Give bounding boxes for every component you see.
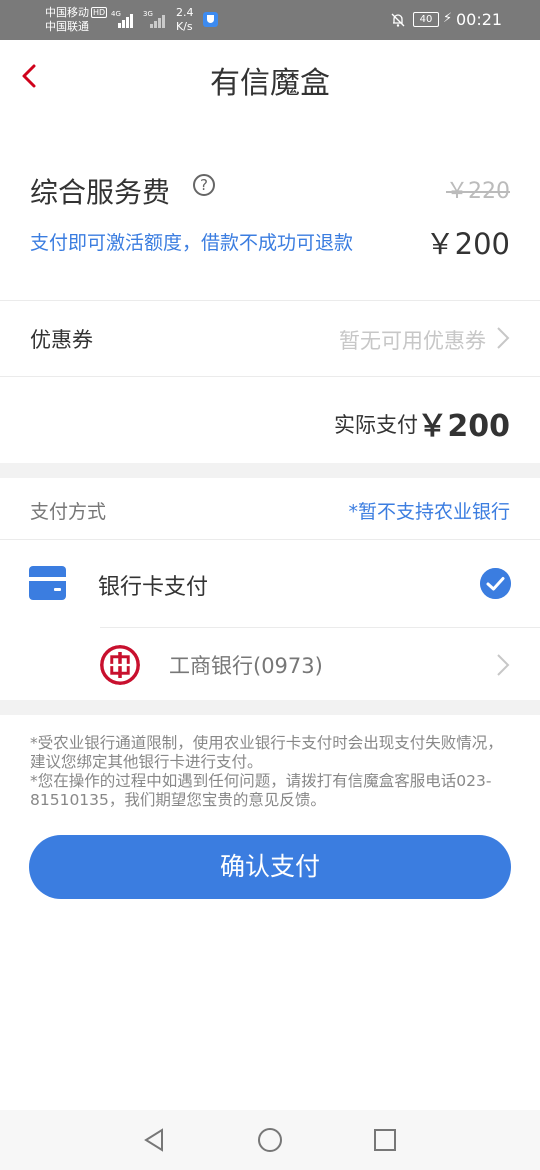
- confirm-pay-button[interactable]: 确认支付: [29, 835, 511, 899]
- payment-method-note: *暂不支持农业银行: [348, 501, 510, 523]
- shield-icon: [203, 12, 218, 27]
- payment-notice: *受农业银行通道限制，使用农业银行卡支付时会出现支付失败情况，建议您绑定其他银行…: [30, 734, 514, 810]
- bell-off-icon: [391, 13, 405, 27]
- clock: 00:21: [456, 10, 503, 29]
- bank-select-row[interactable]: 工商银行(0973): [0, 628, 540, 700]
- bankcard-label: 银行卡支付: [98, 575, 209, 600]
- triangle-back-icon[interactable]: [142, 1127, 168, 1153]
- hd-badge: HD: [91, 7, 108, 18]
- speed-value: 2.4: [176, 6, 194, 19]
- battery-level: 40: [419, 14, 433, 25]
- coupon-label: 优惠券: [30, 328, 93, 352]
- system-nav-bar: [0, 1110, 540, 1170]
- header: 有信魔盒: [0, 40, 540, 116]
- section-gap: [0, 463, 540, 478]
- actual-pay-row: 实际支付 ￥200: [0, 377, 540, 463]
- fee-section: 综合服务费 ? ￥220 支付即可激活额度，借款不成功可退款 ￥200: [0, 116, 540, 300]
- payment-method-label: 支付方式: [30, 501, 107, 523]
- fee-original-price: ￥220: [446, 179, 510, 204]
- actual-pay-amount: ￥200: [417, 409, 510, 444]
- checkmark-icon[interactable]: [480, 568, 511, 599]
- signal-icon-1: [110, 10, 136, 28]
- page-title: 有信魔盒: [210, 66, 330, 101]
- chevron-right-icon: [497, 654, 510, 676]
- bank-name: 工商银行(0973): [169, 654, 323, 678]
- help-icon[interactable]: ?: [193, 174, 215, 196]
- signal-icon-2: [142, 10, 168, 28]
- chevron-right-icon: [497, 327, 510, 349]
- bankcard-option[interactable]: 银行卡支付: [0, 540, 540, 626]
- battery-icon: 40: [413, 12, 439, 27]
- payment-page: 中国移动 中国联通 HD 4G 3G 2.4 K/s 40 ⚡ 00:21 有信…: [0, 0, 540, 1170]
- section-gap: [0, 700, 540, 715]
- circle-home-icon[interactable]: [257, 1127, 283, 1153]
- payment-method-header: 支付方式 *暂不支持农业银行: [0, 478, 540, 539]
- charging-icon: ⚡: [443, 11, 453, 26]
- credit-card-icon: [29, 566, 66, 600]
- carrier-2: 中国联通: [45, 20, 89, 33]
- network-speed: 2.4 K/s: [176, 6, 194, 34]
- actual-pay-label: 实际支付: [334, 413, 418, 437]
- fee-price: ￥200: [425, 227, 510, 261]
- fee-title: 综合服务费: [30, 176, 171, 209]
- notice-line-2: *您在操作的过程中如遇到任何问题，请拨打有信魔盒客服电话023-81510135…: [30, 772, 492, 809]
- coupon-row[interactable]: 优惠券 暂无可用优惠券: [0, 301, 540, 376]
- coupon-value: 暂无可用优惠券: [339, 329, 486, 353]
- carrier-info: 中国移动 中国联通: [45, 6, 89, 34]
- carrier-1: 中国移动: [45, 6, 89, 19]
- status-bar: 中国移动 中国联通 HD 4G 3G 2.4 K/s 40 ⚡ 00:21: [0, 0, 540, 40]
- speed-unit: K/s: [176, 20, 193, 33]
- square-recent-icon[interactable]: [372, 1127, 398, 1153]
- icbc-logo-icon: [100, 645, 140, 685]
- notice-line-1: *受农业银行通道限制，使用农业银行卡支付时会出现支付失败情况，建议您绑定其他银行…: [30, 734, 503, 771]
- fee-note: 支付即可激活额度，借款不成功可退款: [30, 232, 354, 254]
